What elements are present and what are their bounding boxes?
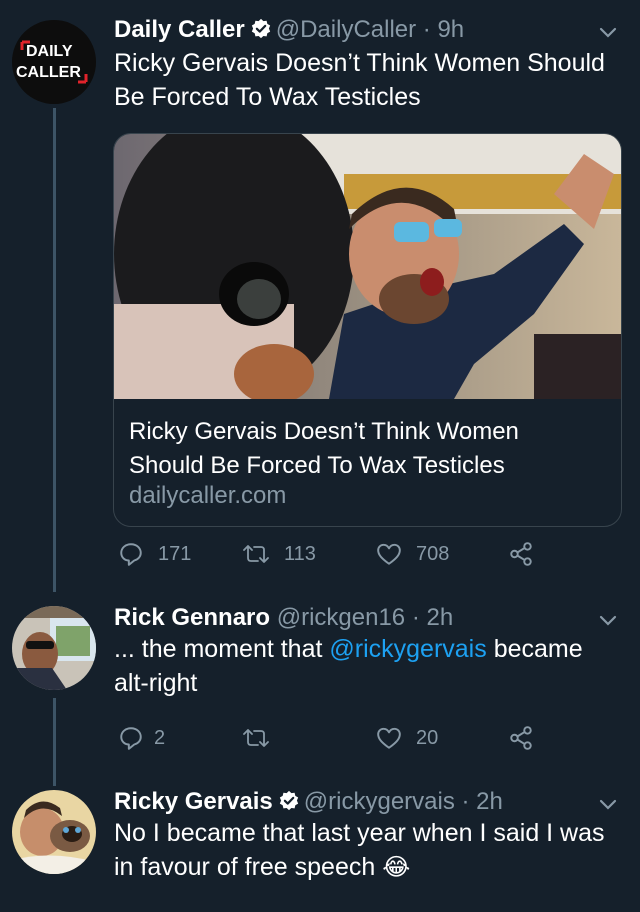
link-card[interactable]: Ricky Gervais Doesn’t Think Women Should… [113,133,622,527]
tweet-actions: 2 20 [114,725,544,755]
card-image [114,134,621,399]
tweet-header: Rick Gennaro @rickgen16 · 2h [114,604,453,632]
retweet-count: 113 [284,542,316,565]
author-name[interactable]: Ricky Gervais [114,788,273,815]
retweet-button[interactable]: 113 [242,541,316,567]
tweet-header: Ricky Gervais @rickygervais · 2h [114,788,503,816]
share-icon [510,542,532,566]
heart-icon [377,727,401,749]
tweet-header: Daily Caller @DailyCaller · 9h [114,16,464,44]
avatar[interactable]: DAILY CALLER [12,20,96,104]
like-button[interactable]: 708 [376,541,449,567]
chevron-down-icon[interactable] [598,614,618,628]
reply-button[interactable]: 2 [118,725,165,751]
tweet-text: Ricky Gervais Doesn’t Think Women Should… [114,49,605,111]
mention-link[interactable]: @rickygervais [329,635,486,663]
share-button[interactable] [508,541,534,567]
tweet-time[interactable]: · 2h [462,788,503,815]
tweet-text: ... the moment that @rickygervais became… [114,632,614,700]
like-count: 20 [416,726,439,749]
tweet-text-start: ... the moment that [114,635,330,663]
reply-icon [120,727,142,750]
avatar[interactable] [12,606,96,690]
share-icon [510,726,532,750]
author-handle[interactable]: @DailyCaller [276,16,416,43]
retweet-icon [243,729,269,747]
retweet-button[interactable] [242,725,270,751]
like-button[interactable]: 20 [376,725,438,751]
reply-count: 171 [158,542,192,565]
avatar-logo-line1: DAILY [26,43,73,60]
heart-icon [377,543,401,565]
retweet-icon [243,545,269,563]
card-domain: dailycaller.com [129,482,287,509]
like-count: 708 [416,542,450,565]
author-name[interactable]: Rick Gennaro [114,604,270,631]
reply-icon [120,543,142,566]
share-button[interactable] [508,725,534,751]
tweet-actions: 171 113 708 [114,541,544,571]
author-handle[interactable]: @rickygervais [304,788,455,815]
thread-line-1 [53,108,56,592]
chevron-down-icon[interactable] [598,798,618,812]
reply-count: 2 [154,726,166,749]
thread-line-2 [53,698,56,786]
tweet-text: No I became that last year when I said I… [114,816,614,885]
verified-badge-icon [251,18,270,39]
chevron-down-icon[interactable] [598,26,618,40]
card-title: Ricky Gervais Doesn’t Think Women Should… [129,418,519,479]
avatar[interactable] [12,790,96,874]
avatar-logo-line2: CALLER [16,64,81,81]
author-handle[interactable]: @rickgen16 [277,604,405,631]
author-name[interactable]: Daily Caller [114,16,245,43]
reply-button[interactable]: 171 [118,541,191,567]
tweet-time[interactable]: · 9h [423,16,464,43]
tweet-time[interactable]: · 2h [412,604,453,631]
tweet-text-content: No I became that last year when I said I… [114,819,605,881]
verified-badge-icon [279,790,298,811]
tears-of-joy-emoji: 😂 [382,854,411,881]
